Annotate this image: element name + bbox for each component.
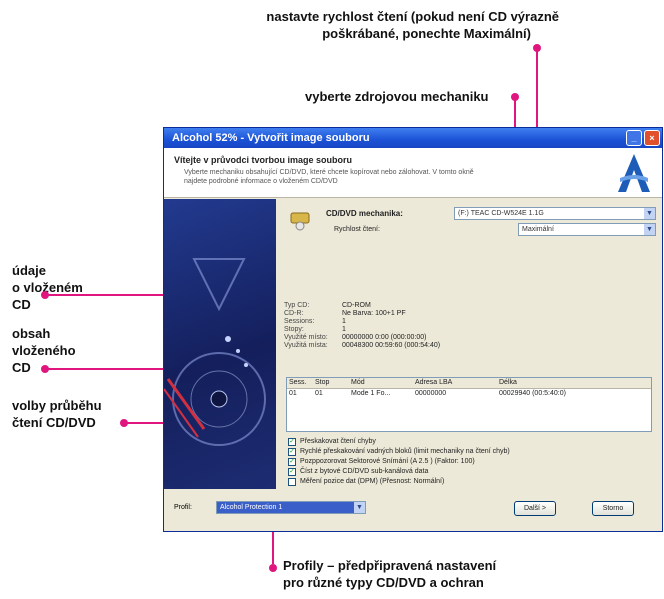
wizard-description: Vyberte mechaniku obsahující CD/DVD, kte…: [184, 169, 474, 185]
cd-info-value: 1: [342, 318, 346, 325]
column-header[interactable]: Sess.: [287, 378, 315, 388]
cd-artwork-icon: [164, 258, 266, 446]
option-row[interactable]: Měření pozice dat (DPM) (Přesnost: Normá…: [288, 477, 510, 487]
callout-profiles: Profily – předpřipravená nastavení pro r…: [283, 558, 497, 590]
wizard-title: Vítejte v průvodci tvorbou image souboru: [174, 155, 353, 165]
cd-info-value: 00048300 00:59:60 (000:54:40): [342, 342, 441, 349]
cd-info-key: Sessions:: [284, 318, 315, 325]
bottom-bar: Profil: Alcohol Protection 1 ▼ Další > S…: [164, 493, 662, 531]
cd-info: Typ CD: CD-ROM CD-R: Ne Barva: 100+1 PF Sess…: [284, 302, 440, 350]
option-checkbox[interactable]: ✓: [288, 468, 296, 476]
table-cell: 01: [315, 390, 323, 397]
option-checkbox[interactable]: [288, 478, 296, 486]
table-body: 01 01 Mode 1 Fo... 00000000 00029940 (00:5:4…: [287, 389, 651, 399]
cd-info-row: Sessions: 1: [284, 318, 440, 326]
speed-label: Rychlost čtení:: [334, 226, 380, 233]
callout-cd-info: údaje o vloženém CD: [12, 263, 83, 312]
table-row[interactable]: 01 01 Mode 1 Fo... 00000000 00029940 (00:5:4…: [287, 389, 651, 399]
table-cell: 01: [289, 390, 297, 397]
cd-info-key: CD-R:: [284, 310, 304, 317]
callout-source-drive: vyberte zdrojovou mechaniku: [305, 89, 489, 104]
cd-drive-icon: [290, 212, 310, 231]
column-header[interactable]: Stop: [315, 378, 351, 388]
option-label: Měření pozice dat (DPM) (Přesnost: Normá…: [300, 478, 445, 485]
window-title: Alcohol 52% - Vytvořit image souboru: [172, 132, 370, 144]
table-header: Sess. Stop Mód Adresa LBA Délka: [287, 378, 651, 389]
profile-label: Profil:: [174, 504, 192, 511]
main-panel: CD/DVD mechanika: (F:) TEAC CD-W524E 1.1…: [278, 199, 662, 491]
close-icon[interactable]: ×: [644, 130, 660, 146]
option-label: Pozppozorovat Sektorové Snímání (A 2.5 )…: [300, 458, 475, 465]
alcohol-logo-icon: [618, 154, 650, 192]
column-header[interactable]: Mód: [351, 378, 415, 388]
drive-label: CD/DVD mechanika:: [326, 209, 403, 218]
minimize-icon[interactable]: _: [626, 130, 642, 146]
cd-info-value: Ne Barva: 100+1 PF: [342, 310, 406, 317]
chevron-down-icon[interactable]: ▼: [644, 208, 655, 219]
cd-info-row: CD-R: Ne Barva: 100+1 PF: [284, 310, 440, 318]
cd-info-value: 00000000 0:00 (000:00:00): [342, 334, 427, 341]
window-controls: _ ×: [626, 130, 660, 146]
option-checkbox[interactable]: ✓: [288, 458, 296, 466]
table-cell: 00029940 (00:5:40:0): [499, 390, 566, 397]
sidebar-image: [164, 199, 276, 489]
cd-info-value: 1: [342, 326, 346, 333]
cancel-button[interactable]: Storno: [592, 501, 634, 516]
option-checkbox[interactable]: ✓: [288, 448, 296, 456]
cd-info-row: Využitá místa: 00048300 00:59:60 (000:54:…: [284, 342, 440, 350]
drive-select[interactable]: (F:) TEAC CD-W524E 1.1G ▼: [454, 207, 656, 220]
callout-read-speed: nastavte rychlost čtení (pokud není CD v…: [266, 9, 559, 41]
cd-info-key: Stopy:: [284, 326, 304, 333]
option-label: Číst z bytové CD/DVD sub-kanálová data: [300, 468, 429, 475]
next-button[interactable]: Další >: [514, 501, 556, 516]
track-table[interactable]: Sess. Stop Mód Adresa LBA Délka 01 01 Mode 1 F…: [286, 377, 652, 432]
callout-read-options: volby průběhu čtení CD/DVD: [12, 398, 102, 430]
table-cell: Mode 1 Fo...: [351, 390, 391, 397]
cd-info-key: Využitá místa:: [284, 342, 328, 349]
read-options: ✓ Přeskakovat čtení chyby ✓ Rychlé přeskako…: [288, 437, 510, 487]
chevron-down-icon[interactable]: ▼: [644, 224, 655, 235]
chevron-down-icon[interactable]: ▼: [354, 502, 365, 513]
callout-line: [272, 528, 274, 564]
create-image-window: Alcohol 52% - Vytvořit image souboru _ ×…: [163, 127, 663, 532]
table-cell: 00000000: [415, 390, 447, 397]
option-row[interactable]: ✓ Rychlé přeskakování vadných bloků (limi…: [288, 447, 510, 457]
profile-select[interactable]: Alcohol Protection 1 ▼: [216, 501, 366, 514]
title-bar: Alcohol 52% - Vytvořit image souboru _ ×: [164, 128, 662, 148]
option-row[interactable]: ✓ Přeskakovat čtení chyby: [288, 437, 510, 447]
cd-info-key: Využité místo:: [284, 334, 328, 341]
cd-info-row: Typ CD: CD-ROM: [284, 302, 440, 310]
column-header[interactable]: Adresa LBA: [415, 378, 499, 388]
option-label: Rychlé přeskakování vadných bloků (limit…: [300, 448, 510, 455]
cd-info-row: Stopy: 1: [284, 326, 440, 334]
cd-info-key: Typ CD:: [284, 302, 310, 309]
cd-info-row: Využité místo: 00000000 0:00 (000:00:00): [284, 334, 440, 342]
option-row[interactable]: ✓ Číst z bytové CD/DVD sub-kanálová data: [288, 467, 510, 477]
callout-dot: [269, 564, 277, 572]
option-label: Přeskakovat čtení chyby: [300, 438, 376, 445]
option-checkbox[interactable]: ✓: [288, 438, 296, 446]
wizard-header: Vítejte v průvodci tvorbou image souboru…: [164, 148, 662, 198]
speed-select[interactable]: Maximální ▼: [518, 223, 656, 236]
option-row[interactable]: ✓ Pozppozorovat Sektorové Snímání (A 2.5 …: [288, 457, 510, 467]
cd-info-value: CD-ROM: [342, 302, 371, 309]
column-header[interactable]: Délka: [499, 378, 651, 388]
